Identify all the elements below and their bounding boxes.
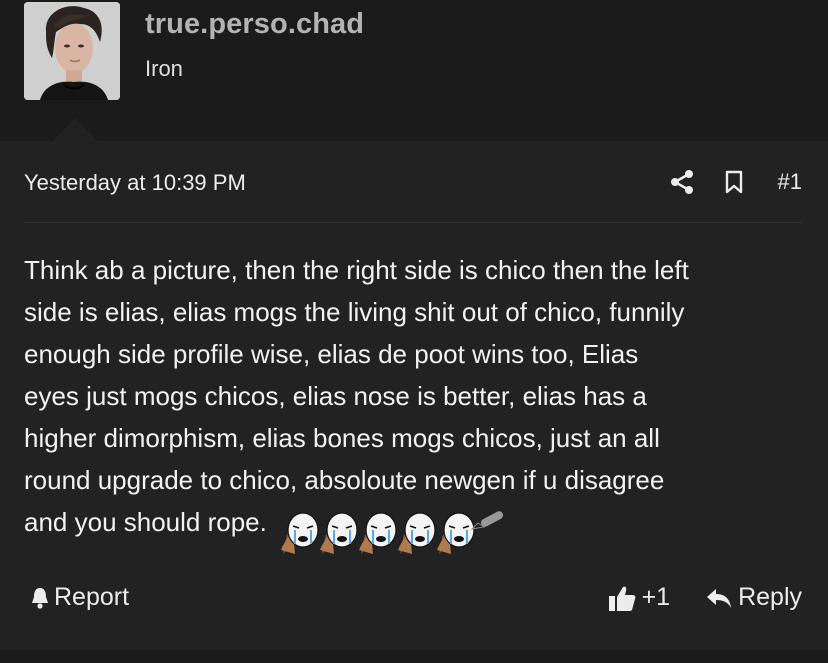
report-label: Report xyxy=(54,583,130,611)
post-card: Yesterday at 10:39 PM #1 Think ab a pict… xyxy=(0,141,828,650)
username[interactable]: true.perso.chad xyxy=(145,8,364,41)
post-footer: Report +1 Reply xyxy=(0,579,828,619)
post-line: eyes just mogs chicos, elias nose is bet… xyxy=(24,381,647,411)
share-icon[interactable] xyxy=(670,169,694,195)
card-pointer xyxy=(52,118,98,142)
post-meta-actions: #1 xyxy=(670,167,802,197)
reply-label: Reply xyxy=(738,583,802,611)
crying-wojak-emoji xyxy=(397,512,436,555)
post-timestamp[interactable]: Yesterday at 10:39 PM xyxy=(24,170,246,196)
divider xyxy=(24,222,802,223)
post-line: side is elias, elias mogs the living shi… xyxy=(24,297,685,327)
avatar-photo xyxy=(24,2,120,100)
bell-icon xyxy=(32,587,48,609)
crying-wojak-emoji xyxy=(280,512,319,555)
post-line: higher dimorphism, elias bones mogs chic… xyxy=(24,423,660,453)
pen-icon xyxy=(470,511,503,530)
thumbs-up-icon xyxy=(608,586,635,611)
like-button[interactable]: +1 xyxy=(608,583,671,612)
crying-wojak-emoji xyxy=(358,512,397,555)
avatar[interactable] xyxy=(24,2,120,100)
post-body: Think ab a picture, then the right side … xyxy=(24,249,814,555)
crying-wojak-emoji xyxy=(319,512,358,555)
bottom-strip xyxy=(0,650,828,663)
post-line: Think ab a picture, then the right side … xyxy=(24,255,689,285)
reply-button[interactable]: Reply xyxy=(706,583,802,612)
bookmark-icon[interactable] xyxy=(724,170,744,194)
forum-post-page: true.perso.chad Iron Yesterday at 10:39 … xyxy=(0,0,828,663)
post-reactions: +1 Reply xyxy=(608,583,802,612)
post-line: round upgrade to chico, absoloute newgen… xyxy=(24,465,665,495)
post-line: and you should rope. xyxy=(24,507,267,537)
post-line: enough side profile wise, elias de poot … xyxy=(24,339,639,369)
report-button[interactable]: Report xyxy=(30,583,129,612)
reply-arrow-icon xyxy=(707,588,732,608)
like-count: +1 xyxy=(641,583,671,611)
post-number-link[interactable]: #1 xyxy=(778,169,802,195)
post-header: true.perso.chad Iron xyxy=(0,0,828,142)
emoji-group xyxy=(279,509,506,555)
post-last-line: and you should rope. xyxy=(24,501,814,555)
user-title: Iron xyxy=(145,56,183,81)
